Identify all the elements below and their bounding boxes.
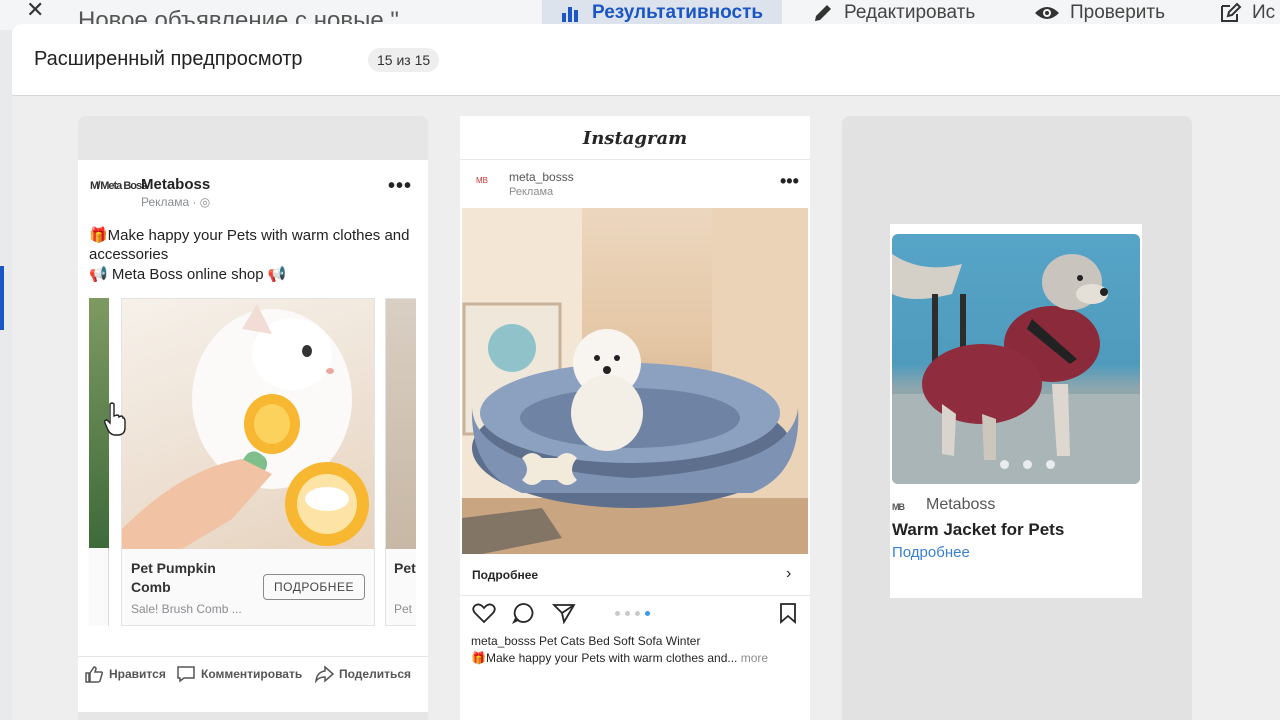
carousel-indicator (615, 611, 650, 616)
comment-icon[interactable] (512, 602, 536, 624)
tab-history-label: Ис (1252, 2, 1276, 23)
instagram-post-card: Instagram MB meta_bosss Реклама ••• Подр… (460, 116, 810, 720)
post-text-line-2: 📢 Meta Boss online shop 📢 (89, 266, 287, 283)
carousel-dot (1046, 460, 1055, 469)
sponsored-label: Реклама (509, 186, 554, 198)
next-card-subtitle: Pet (394, 602, 413, 616)
tab-edit-label: Редактировать (844, 2, 976, 23)
next-carousel-card[interactable]: Pet Sof Pet (385, 298, 416, 626)
right-column-preview[interactable]: MB Metaboss Warm Jacket for Pets Подробн… (842, 116, 1192, 720)
post-action-bar: Нравится Комментировать Поделиться (78, 656, 428, 686)
thumbs-up-icon (85, 666, 104, 683)
carousel-dot (615, 611, 620, 616)
brand-logo: MB (892, 502, 905, 512)
bar-chart-icon (562, 7, 578, 22)
right-column-ad-card: MB Metaboss Warm Jacket for Pets Подробн… (890, 224, 1142, 598)
tab-performance[interactable]: Результативность (542, 0, 782, 26)
bookmark-icon[interactable] (778, 602, 798, 624)
hand-cursor-icon (104, 402, 126, 436)
share-button[interactable]: Поделиться (314, 665, 411, 683)
facebook-feed-preview[interactable]: M̸ Meta Boss Metaboss Реклама · ◎ ••• 🎁M… (78, 116, 428, 720)
carousel-dot (625, 611, 630, 616)
chevron-right-icon: › (786, 565, 792, 582)
learn-more-bar[interactable]: Подробнее › (460, 554, 810, 596)
post-text-line-1: 🎁Make happy your Pets with warm clothes … (89, 227, 410, 263)
learn-more-button[interactable]: ПОДРОБНЕЕ (263, 574, 365, 600)
previous-slide-footer (89, 548, 109, 626)
tab-performance-label: Результативность (592, 2, 764, 23)
page-avatar: M̸ Meta Boss (90, 180, 147, 192)
username[interactable]: meta_bosss (509, 170, 574, 184)
heart-icon[interactable] (472, 602, 496, 624)
post-action-icons (460, 602, 810, 628)
carousel-dot (1000, 460, 1009, 469)
carousel-card[interactable]: Pet Pumpkin Comb ПОДРОБНЕЕ Sale! Brush C… (121, 298, 375, 626)
send-icon[interactable] (552, 602, 576, 624)
more-options-icon[interactable]: ••• (388, 176, 412, 196)
carousel[interactable]: Pet Pumpkin Comb ПОДРОБНЕЕ Sale! Brush C… (89, 298, 416, 626)
tab-history[interactable]: Ис (1218, 0, 1275, 26)
tab-review[interactable]: Проверить (1034, 0, 1165, 26)
cat-comb-image (122, 299, 374, 549)
more-options-icon[interactable]: ••• (780, 172, 799, 190)
tab-review-label: Проверить (1070, 2, 1166, 23)
tab-edit[interactable]: Редактировать (812, 0, 975, 26)
sponsored-label: Реклама · ◎ (141, 195, 211, 209)
next-card-title: Pet Sof (394, 560, 416, 576)
profile-avatar: MB (476, 176, 488, 185)
caption-line-2: 🎁Make happy your Pets with warm clothes … (471, 651, 801, 665)
edit-square-icon (1221, 2, 1242, 22)
carousel-card-title: Pet Pumpkin Comb (131, 560, 216, 595)
comment-icon (177, 666, 195, 683)
brand-name: Metaboss (926, 496, 996, 513)
eye-icon (1035, 7, 1059, 19)
pencil-icon (815, 5, 831, 21)
facebook-post-card: M̸ Meta Boss Metaboss Реклама · ◎ ••• 🎁M… (78, 160, 428, 712)
learn-more-label: Подробнее (472, 568, 539, 582)
comment-button[interactable]: Комментировать (176, 665, 302, 683)
comment-label: Комментировать (201, 667, 303, 681)
caption-text: 🎁Make happy your Pets with warm clothes … (471, 651, 738, 665)
share-icon (315, 665, 334, 683)
caption-more-link[interactable]: more (741, 651, 768, 665)
instagram-feed-preview[interactable]: Instagram MB meta_bosss Реклама ••• Подр… (460, 116, 810, 720)
caption-line-1: meta_bosss Pet Cats Bed Soft Sofa Winter (471, 634, 701, 648)
dog-jacket-image[interactable] (892, 234, 1140, 484)
like-button[interactable]: Нравится (84, 665, 166, 683)
page-name[interactable]: Metaboss (141, 176, 210, 193)
advanced-preview-modal: Расширенный предпросмотр 15 из 15 M̸ Met… (12, 24, 1280, 720)
close-icon[interactable]: ✕ (26, 0, 44, 22)
modal-title: Расширенный предпросмотр (34, 48, 303, 70)
learn-more-link[interactable]: Подробнее (892, 544, 970, 561)
carousel-dot (1023, 460, 1032, 469)
share-label: Поделиться (339, 667, 412, 681)
background-nav-indicator (0, 266, 4, 330)
preview-counter-badge: 15 из 15 (368, 48, 440, 72)
carousel-card-subtitle: Sale! Brush Comb ... (131, 602, 242, 616)
dog-bed-image[interactable] (462, 208, 808, 554)
carousel-dot-active (645, 611, 650, 616)
modal-header: Расширенный предпросмотр 15 из 15 (12, 24, 1280, 96)
ad-title[interactable]: Warm Jacket for Pets (892, 520, 1064, 540)
instagram-logo: Instagram (582, 128, 688, 149)
next-slide-image (386, 299, 416, 549)
carousel-indicator (1000, 460, 1055, 469)
carousel-dot (635, 611, 640, 616)
like-label: Нравится (109, 667, 166, 681)
instagram-header: Instagram (460, 116, 810, 160)
